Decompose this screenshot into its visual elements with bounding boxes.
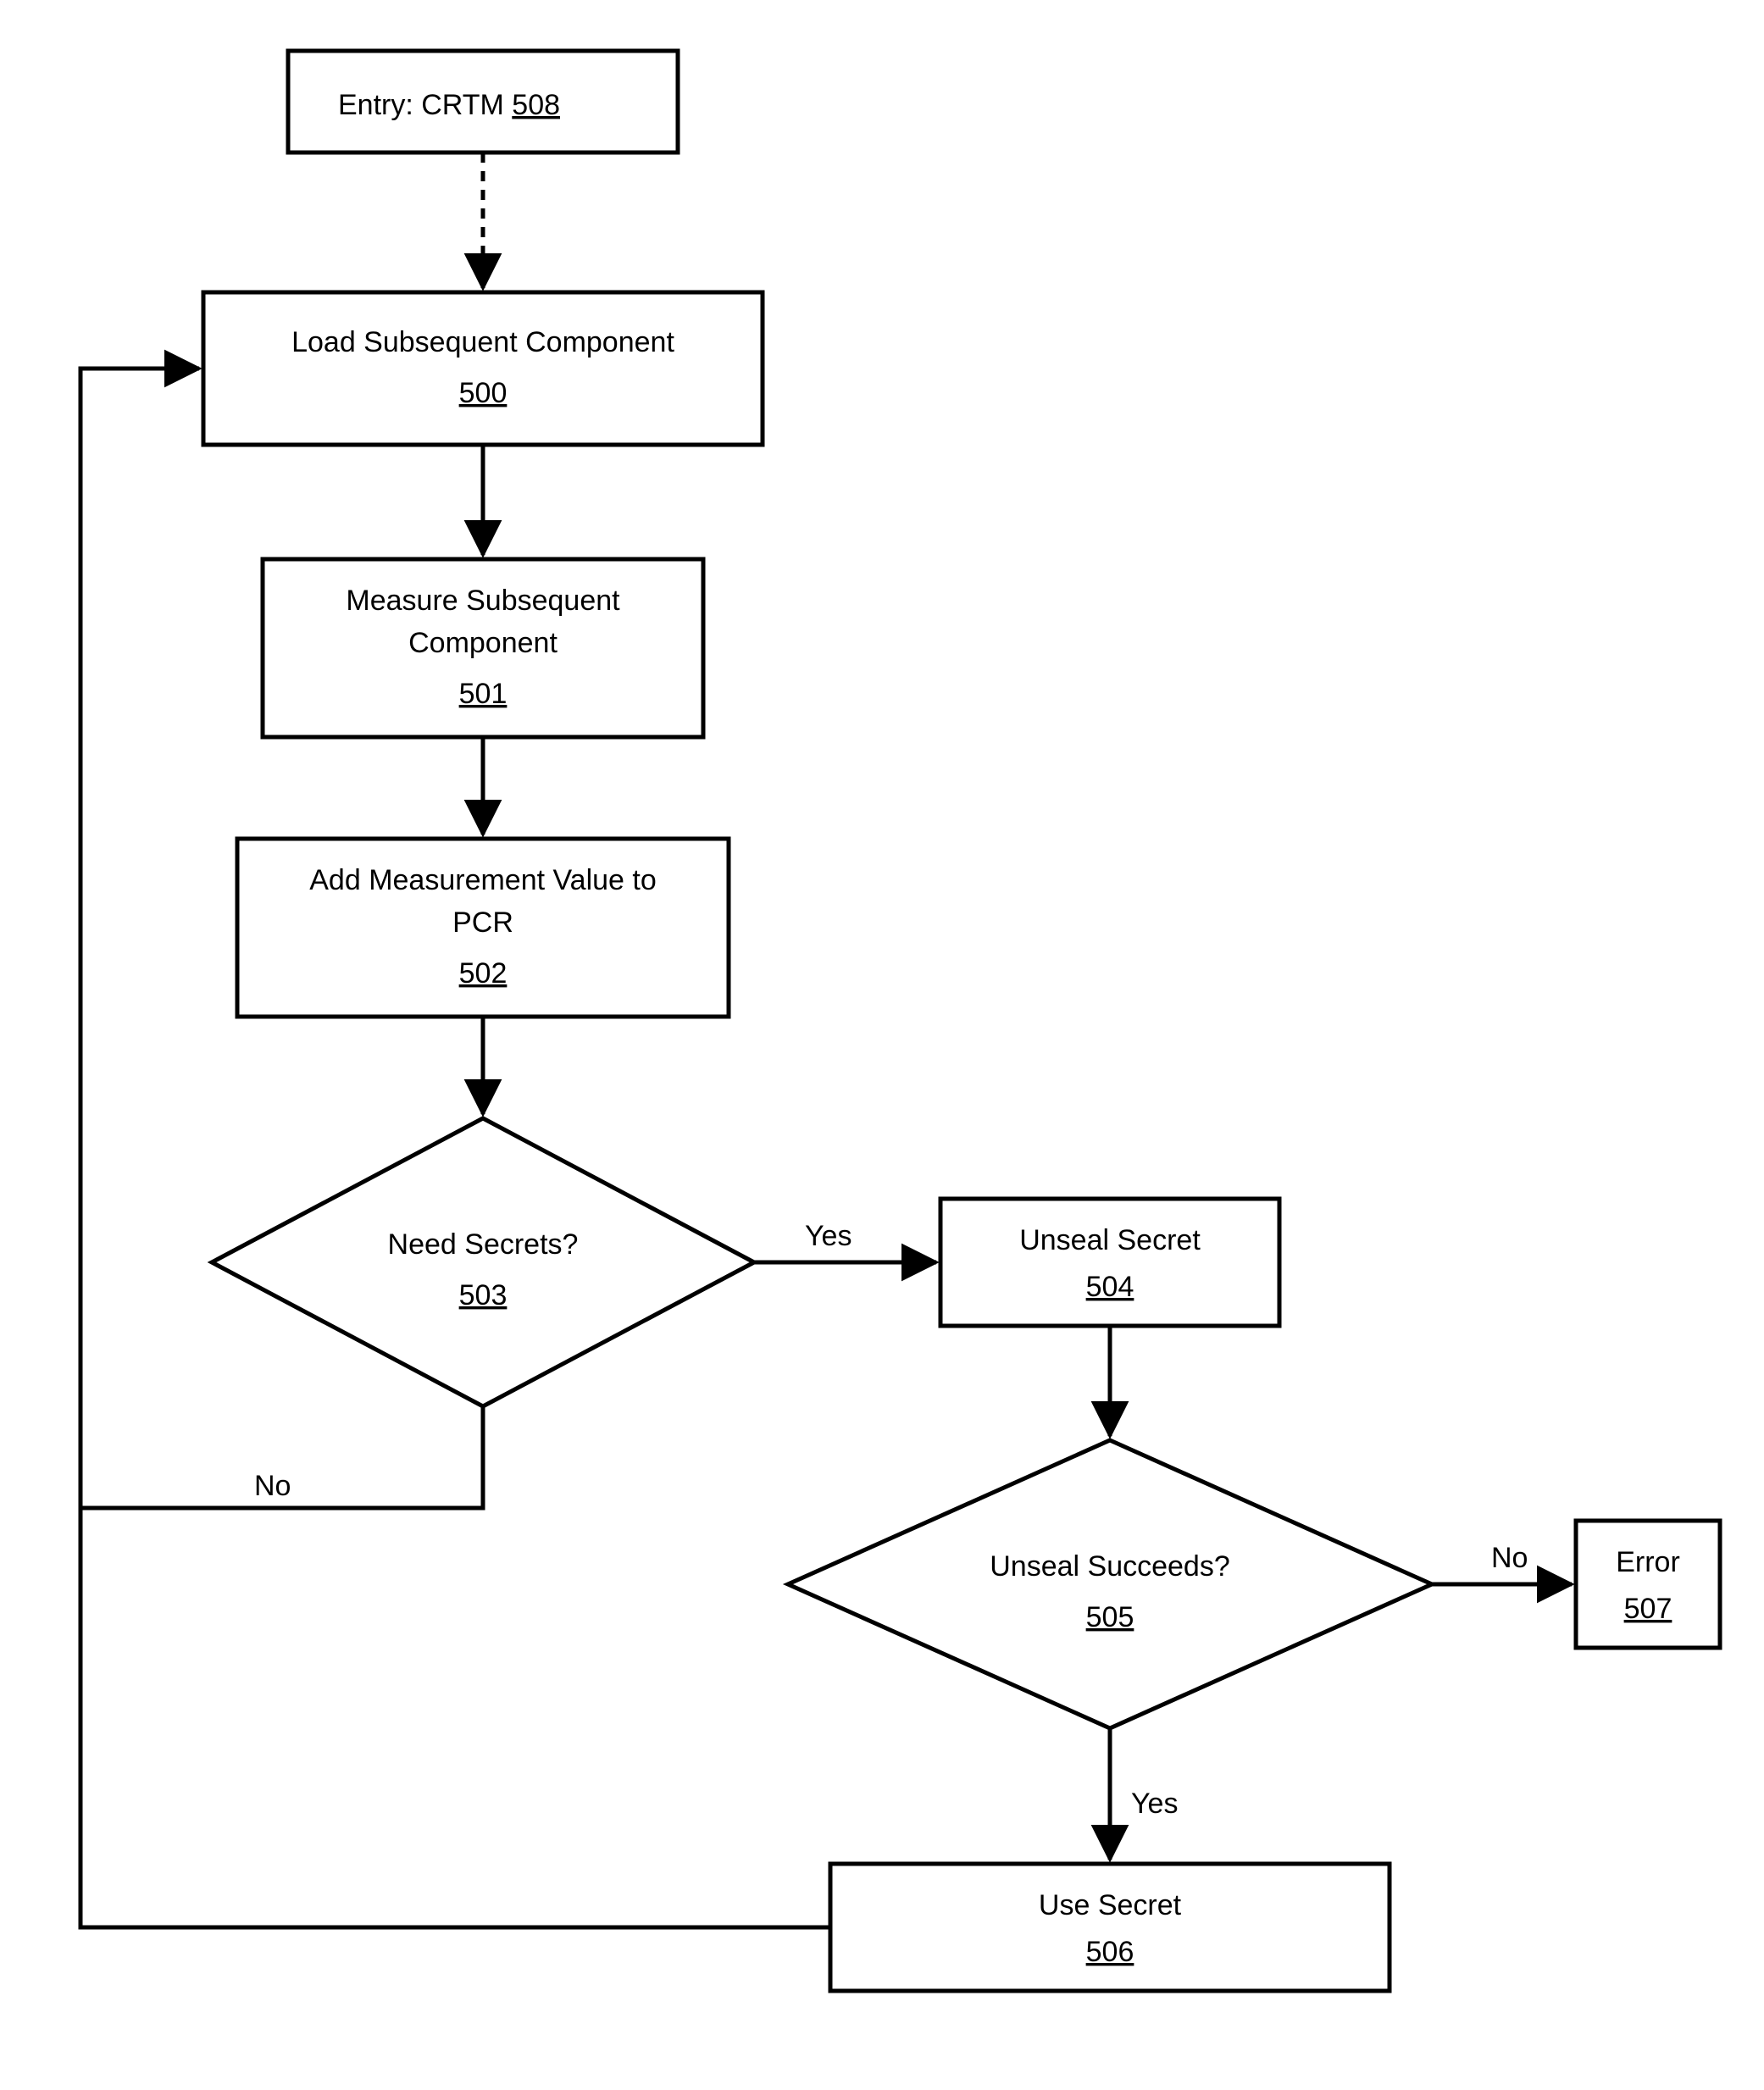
node-need-secrets-label: Need Secrets? (388, 1228, 579, 1261)
edge-503-500-label: No (254, 1470, 291, 1502)
node-add-measurement-line1: Add Measurement Value to (309, 864, 657, 896)
flowchart: Entry: CRTM 508 Load Subsequent Componen… (0, 0, 1764, 2090)
node-entry-crtm-ref: 508 (512, 89, 560, 121)
node-add-measurement-ref: 502 (459, 957, 508, 990)
node-unseal-secret-ref: 504 (1086, 1271, 1134, 1303)
node-load-subsequent: Load Subsequent Component 500 (203, 292, 763, 445)
node-entry-crtm: Entry: CRTM 508 (288, 51, 678, 152)
node-unseal-secret-label: Unseal Secret (1019, 1224, 1201, 1256)
node-unseal-secret: Unseal Secret 504 (940, 1199, 1279, 1326)
node-measure-subsequent-line1: Measure Subsequent (346, 585, 620, 617)
node-add-measurement: Add Measurement Value to PCR 502 (237, 839, 729, 1017)
node-measure-subsequent-line2: Component (408, 627, 557, 659)
edge-505-507-label: No (1491, 1542, 1528, 1574)
node-need-secrets-ref: 503 (459, 1279, 508, 1311)
node-measure-subsequent: Measure Subsequent Component 501 (263, 559, 703, 737)
node-use-secret: Use Secret 506 (830, 1864, 1390, 1991)
node-error-label: Error (1616, 1546, 1680, 1578)
node-entry-crtm-label: Entry: CRTM (338, 89, 504, 121)
node-use-secret-ref: 506 (1086, 1936, 1134, 1968)
edge-505-506-label: Yes (1131, 1788, 1178, 1820)
node-unseal-succeeds: Unseal Succeeds? 505 (788, 1440, 1432, 1728)
svg-text:Entry: CRTM 508: Entry: CRTM 508 (338, 89, 560, 121)
node-unseal-succeeds-label: Unseal Succeeds? (990, 1550, 1230, 1583)
node-load-subsequent-ref: 500 (459, 377, 508, 409)
node-measure-subsequent-ref: 501 (459, 678, 508, 710)
node-load-subsequent-label: Load Subsequent Component (291, 326, 674, 358)
node-add-measurement-line2: PCR (452, 906, 513, 939)
node-error: Error 507 (1576, 1521, 1720, 1648)
edge-503-504-label: Yes (805, 1220, 851, 1252)
node-use-secret-label: Use Secret (1039, 1889, 1182, 1921)
node-unseal-succeeds-ref: 505 (1086, 1601, 1134, 1633)
node-need-secrets: Need Secrets? 503 (212, 1118, 754, 1406)
node-error-ref: 507 (1624, 1593, 1672, 1625)
